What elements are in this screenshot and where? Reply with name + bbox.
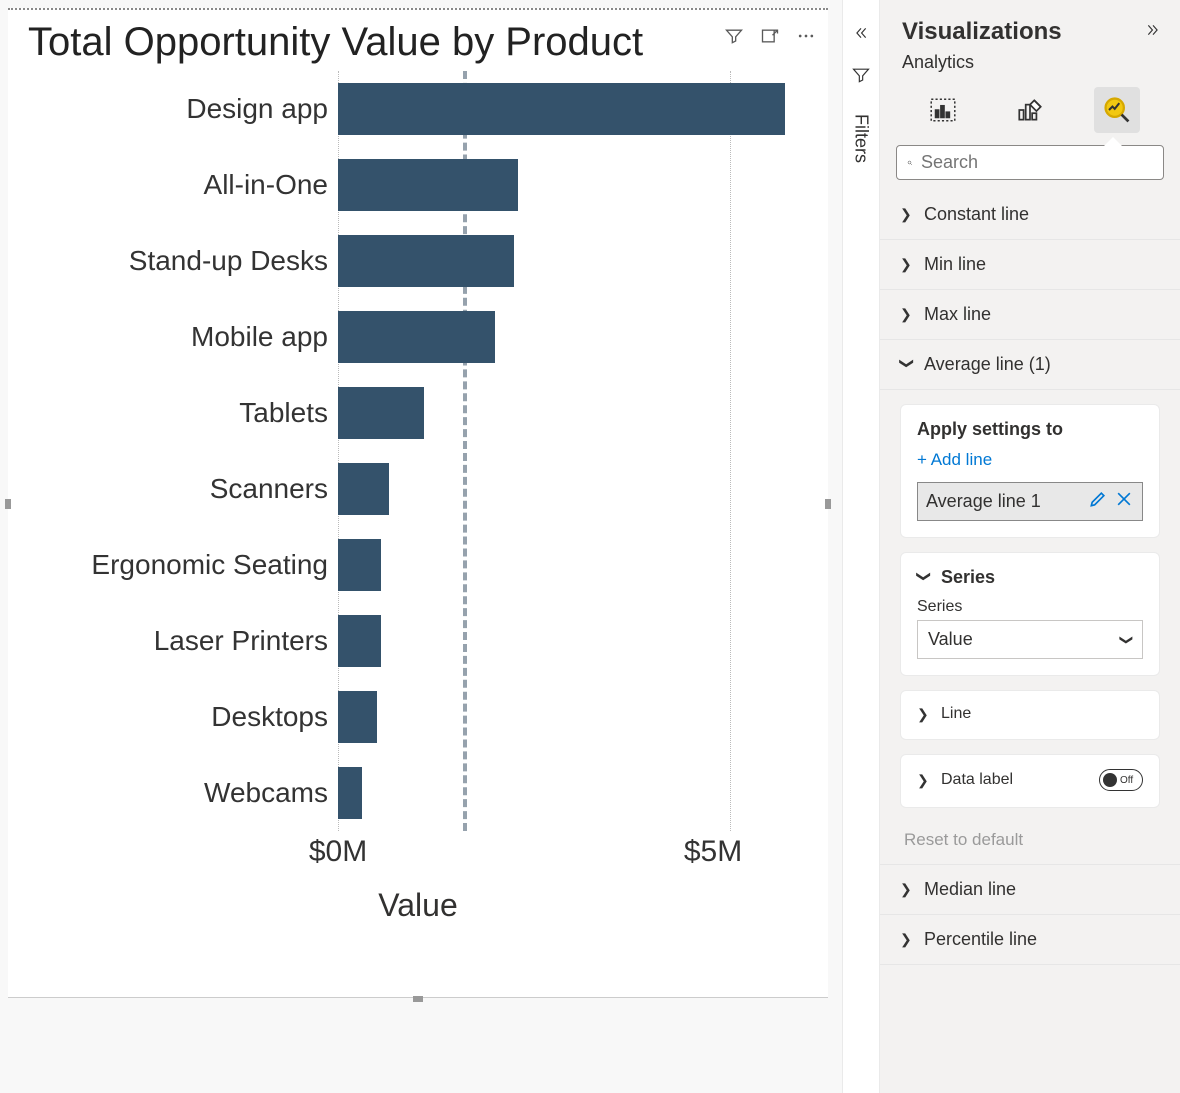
chevron-right-icon: ❯ [900,881,914,898]
section-constant-line[interactable]: ❯ Constant line [880,190,1180,239]
data-label-toggle[interactable]: Off [1099,769,1143,791]
category-label: Design app [68,81,328,137]
bar[interactable] [338,387,424,439]
search-icon [907,154,913,172]
bar[interactable] [338,159,518,211]
report-canvas[interactable]: Total Opportunity Value by Product Produ… [0,0,842,1093]
apply-settings-card: Apply settings to + Add line Average lin… [900,404,1160,538]
section-median-line[interactable]: ❯ Median line [880,864,1180,914]
filters-pane-label: Filters [851,114,872,163]
average-line-item[interactable]: Average line 1 [917,482,1143,521]
search-input[interactable] [896,145,1164,180]
bar[interactable] [338,235,514,287]
chevron-down-icon[interactable]: ❯ [916,571,933,585]
chevron-right-icon: ❯ [900,206,914,223]
x-axis: $0M$5M [338,835,788,885]
category-label: Scanners [68,461,328,517]
chart-title: Total Opportunity Value by Product [28,20,724,65]
focus-mode-icon[interactable] [760,26,780,51]
x-tick-label: $5M [684,835,742,869]
edit-icon[interactable] [1088,489,1108,514]
delete-icon[interactable] [1114,489,1134,514]
analytics-tab[interactable] [1094,87,1140,133]
chevron-right-icon: ❯ [900,931,914,948]
bar[interactable] [338,83,785,135]
category-label: Ergonomic Seating [68,537,328,593]
bar[interactable] [338,311,495,363]
filters-pane-collapsed[interactable]: Filters [842,0,880,1093]
series-select[interactable]: Value ❯ [917,620,1143,659]
section-max-line[interactable]: ❯ Max line [880,289,1180,339]
add-line-button[interactable]: + Add line [917,450,1143,470]
category-label: Desktops [68,689,328,745]
chevron-right-icon: ❯ [917,706,931,723]
expand-chevron-icon[interactable] [1144,23,1162,42]
chevron-right-icon: ❯ [917,772,931,789]
category-label: All-in-One [68,157,328,213]
data-label-section[interactable]: ❯ Data label Off [900,754,1160,808]
filter-outline-icon [851,65,871,90]
category-label: Mobile app [68,309,328,365]
y-axis-label: Product [0,415,7,615]
build-visual-tab[interactable] [920,87,966,133]
chevron-right-icon: ❯ [900,256,914,273]
category-label: Webcams [68,765,328,821]
section-average-line[interactable]: ❯ Average line (1) [880,339,1180,389]
bar[interactable] [338,615,381,667]
line-section[interactable]: ❯ Line [900,690,1160,740]
category-label: Tablets [68,385,328,441]
reset-to-default[interactable]: Reset to default [900,822,1160,860]
chevron-right-icon: ❯ [900,306,914,323]
category-label: Laser Printers [68,613,328,669]
series-field-label: Series [917,598,1143,616]
x-axis-label: Value [28,887,808,924]
chart-visual[interactable]: Total Opportunity Value by Product Produ… [8,8,828,998]
chevron-down-icon: ❯ [899,358,916,372]
series-card: ❯ Series Series Value ❯ [900,552,1160,676]
plot-area [338,71,808,831]
section-min-line[interactable]: ❯ Min line [880,239,1180,289]
apply-settings-heading: Apply settings to [917,419,1143,440]
pane-title: Visualizations [902,18,1062,46]
category-label: Stand-up Desks [68,233,328,289]
x-tick-label: $0M [309,835,367,869]
collapse-chevron-icon[interactable] [852,26,870,45]
pane-subtitle: Analytics [880,50,1180,83]
bar[interactable] [338,539,381,591]
more-options-icon[interactable] [796,26,816,51]
filter-icon[interactable] [724,26,744,51]
section-percentile-line[interactable]: ❯ Percentile line [880,914,1180,965]
bar[interactable] [338,767,362,819]
bar[interactable] [338,463,389,515]
y-axis-categories: Design app All-in-One Stand-up Desks Mobile… [68,71,338,831]
visualizations-pane: Visualizations Analytics [880,0,1180,1093]
bars-group [338,71,808,831]
format-visual-tab[interactable] [1007,87,1053,133]
chevron-down-icon: ❯ [1119,634,1135,645]
bar[interactable] [338,691,377,743]
resize-handle-bottom[interactable] [413,996,423,1002]
